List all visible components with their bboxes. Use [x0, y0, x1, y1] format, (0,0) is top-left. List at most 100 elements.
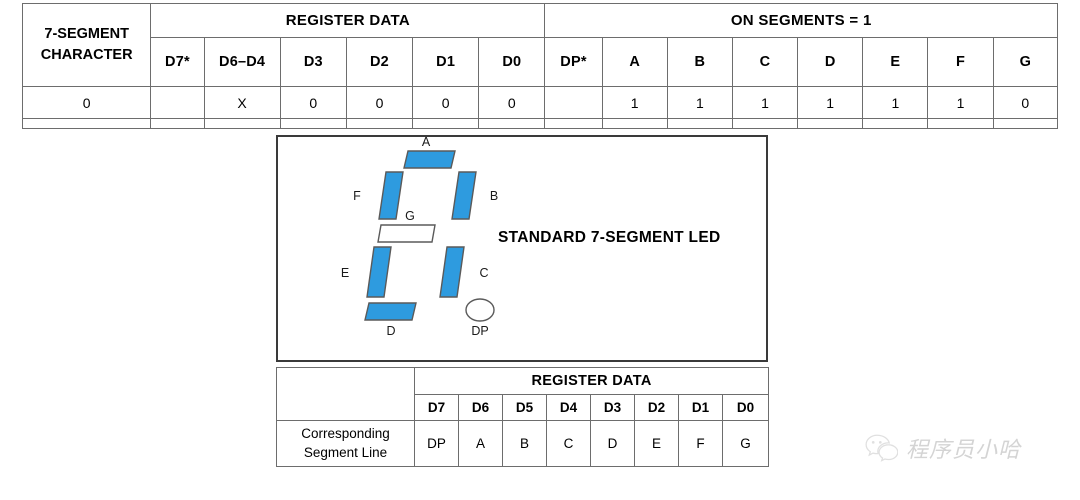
segment-label-a: A [422, 137, 431, 149]
segment-line-d5: B [502, 420, 547, 467]
table-header-group-row: 7-SEGMENT CHARACTER REGISTER DATA ON SEG… [21, 3, 1058, 87]
clipped-cell [927, 118, 994, 129]
bottom-col-header-d2: D2 [634, 394, 679, 421]
clipped-cell [601, 118, 668, 129]
clipped-cell [203, 118, 281, 129]
watermark: 程序员小哈 [865, 432, 1022, 464]
segment-b-shape [451, 171, 477, 220]
segment-d-shape [364, 302, 417, 321]
clipped-cell [279, 118, 347, 129]
segment-line-d7: DP [414, 420, 459, 467]
segment-line-d3: D [590, 420, 635, 467]
clipped-cell [666, 118, 733, 129]
cell-seg-g: 0 [992, 86, 1059, 119]
segment-line-d1: F [678, 420, 723, 467]
bottom-col-header-d7: D7 [414, 394, 459, 421]
header-line-1: 7-SEGMENT [44, 25, 129, 42]
bottom-col-header-d6: D6 [458, 394, 503, 421]
table-column-header-row: D7* D6–D4 D3 D2 D1 D0 DP* A B C D E F G [23, 37, 1059, 87]
header-line-2: CHARACTER [40, 47, 133, 63]
col-header-d: D [797, 37, 864, 87]
col-header-d6-d4: D6–D4 [203, 37, 281, 87]
segment-label-g: G [405, 209, 415, 223]
decimal-point-shape [465, 298, 495, 322]
watermark-text: 程序员小哈 [906, 438, 1022, 463]
segment-c-shape [439, 246, 465, 298]
cell-seg-e: 1 [862, 86, 929, 119]
col-header-dpstar: DP* [544, 37, 603, 87]
cell-character-0: 0 [21, 86, 152, 119]
col-header-b: B [666, 37, 733, 87]
segment-line-d6: A [458, 420, 503, 467]
register-data-table-container: 7-SEGMENT CHARACTER REGISTER DATA ON SEG… [21, 3, 1059, 129]
cell-d2: 0 [345, 86, 414, 119]
segment-line-d2: E [634, 420, 679, 467]
segment-label-b: B [490, 189, 498, 203]
table-row-clipped [21, 118, 1059, 129]
clipped-cell [862, 118, 929, 129]
cell-d6-d4: X [203, 86, 281, 119]
col-header-d3: D3 [279, 37, 347, 87]
bottom-col-header-d5: D5 [502, 394, 547, 421]
bottom-table-group-row: REGISTER DATA [276, 367, 770, 421]
cell-seg-f: 1 [927, 86, 994, 119]
col-header-e: E [862, 37, 929, 87]
segment-a-shape [403, 150, 456, 169]
segment-e-shape [366, 246, 392, 298]
clipped-cell [412, 118, 480, 129]
cell-dpstar [544, 86, 603, 119]
led-diagram-caption: STANDARD 7-SEGMENT LED [498, 229, 721, 246]
cell-d1: 0 [412, 86, 480, 119]
bottom-table-row: Corresponding Segment Line DP A B C D E … [276, 420, 770, 467]
clipped-cell [731, 118, 799, 129]
clipped-cell [21, 118, 152, 129]
segment-line-d4: C [546, 420, 591, 467]
segment-label-d: D [386, 324, 395, 338]
bottom-col-header-d0: D0 [721, 394, 770, 421]
clipped-cell [345, 118, 414, 129]
col-header-c: C [731, 37, 799, 87]
segment-label-f: F [353, 189, 361, 203]
col-header-a: A [601, 37, 668, 87]
cell-seg-d: 1 [797, 86, 864, 119]
segment-label-e: E [341, 266, 349, 280]
table-row: 0 X 0 0 0 0 1 1 1 1 1 1 0 [21, 86, 1059, 119]
clipped-cell [797, 118, 864, 129]
cell-seg-c: 1 [731, 86, 799, 119]
cell-d0: 0 [478, 86, 546, 119]
seven-segment-led-diagram: A F B G E C D DP STANDARD 7-SEGMENT LED [276, 135, 768, 362]
row-label-line-1: Corresponding [301, 425, 390, 441]
bottom-col-header-d1: D1 [678, 394, 723, 421]
col-header-f: F [927, 37, 994, 87]
header-7segment-character: 7-SEGMENT CHARACTER [21, 3, 152, 87]
clipped-cell [478, 118, 546, 129]
bottom-header-register-data: REGISTER DATA [413, 367, 770, 395]
clipped-cell [992, 118, 1059, 129]
segment-line-d0: G [721, 420, 770, 467]
segment-f-shape [378, 171, 404, 220]
col-header-d0: D0 [478, 37, 546, 87]
segment-line-mapping-table: REGISTER DATA D7 D6 D5 D4 D3 D2 D1 D0 Co… [276, 367, 770, 467]
clipped-cell [150, 118, 205, 129]
cell-d3: 0 [279, 86, 347, 119]
bottom-table-empty-corner [276, 367, 415, 421]
segment-line-mapping-table-container: REGISTER DATA D7 D6 D5 D4 D3 D2 D1 D0 Co… [276, 367, 770, 467]
wechat-icon [865, 434, 898, 462]
col-header-d1: D1 [412, 37, 480, 87]
led-segments-svg: A F B G E C D DP [341, 137, 498, 338]
cell-seg-b: 1 [666, 86, 733, 119]
segment-label-c: C [479, 266, 488, 280]
segment-g-shape [377, 224, 436, 243]
register-data-table: 7-SEGMENT CHARACTER REGISTER DATA ON SEG… [21, 3, 1059, 129]
segment-label-dp: DP [471, 324, 488, 338]
cell-d7star [150, 86, 205, 119]
header-group-register-data: REGISTER DATA [150, 3, 546, 38]
header-group-on-segments: ON SEGMENTS = 1 [544, 3, 1058, 38]
col-header-d2: D2 [345, 37, 414, 87]
col-header-g: G [992, 37, 1059, 87]
row-label-line-2: Segment Line [303, 444, 388, 460]
clipped-cell [544, 118, 603, 129]
bottom-col-header-d3: D3 [590, 394, 635, 421]
cell-seg-a: 1 [601, 86, 668, 119]
row-label-corresponding-segment-line: Corresponding Segment Line [276, 420, 415, 467]
